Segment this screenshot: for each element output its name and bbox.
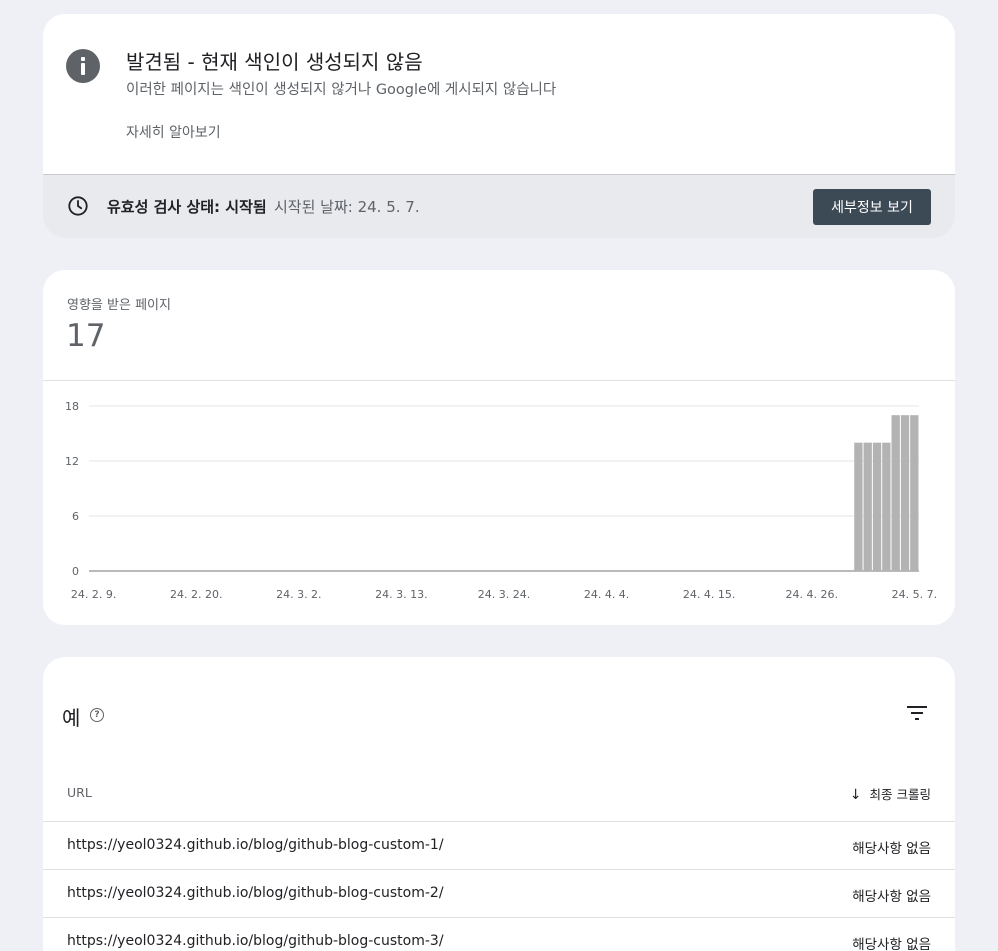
status-title: 발견됨 - 현재 색인이 생성되지 않음 [126,50,423,74]
table-row[interactable]: https://yeol0324.github.io/blog/github-b… [43,821,955,869]
row-last-crawled: 해당사항 없음 [852,889,931,905]
chart-bar[interactable] [891,415,900,571]
column-header-last-crawled-label: 최종 크롤링 [869,787,931,802]
column-header-url[interactable]: URL [67,785,92,800]
validation-bar: 유효성 검사 상태: 시작됨 시작된 날짜: 24. 5. 7. 세부정보 보기 [43,174,955,238]
chart-bar[interactable] [882,442,891,571]
row-url: https://yeol0324.github.io/blog/github-b… [67,837,444,853]
chart-bar[interactable] [900,415,910,571]
help-icon[interactable]: ? [90,708,104,722]
table-row[interactable]: https://yeol0324.github.io/blog/github-b… [43,917,955,951]
x-tick-label: 24. 2. 9. [71,588,116,601]
y-tick-label: 0 [72,565,79,578]
x-tick-label: 24. 4. 26. [786,588,838,601]
x-tick-label: 24. 4. 15. [683,588,735,601]
chart-bar[interactable] [863,442,872,571]
examples-card: 예 ? URL ↓ 최종 크롤링 https://yeol0324.github.… [43,657,955,951]
validation-date: 시작된 날짜: 24. 5. 7. [274,198,420,216]
row-url: https://yeol0324.github.io/blog/github-b… [67,933,444,949]
status-subtitle: 이러한 페이지는 색인이 생성되지 않거나 Google에 게시되지 않습니다 [126,82,557,98]
chart-bar[interactable] [872,442,882,571]
y-tick-label: 6 [72,510,79,523]
filter-icon[interactable] [905,704,929,722]
row-last-crawled: 해당사항 없음 [852,841,931,857]
y-tick-label: 12 [65,455,79,468]
y-tick-label: 18 [65,400,79,413]
details-button[interactable]: 세부정보 보기 [813,189,931,225]
x-tick-label: 24. 3. 13. [375,588,427,601]
chart-bar[interactable] [854,442,863,571]
affected-pages-chart: 18 12 6 0 24. 2. 9. 24. 2. 20. 24. 3. 2. 24. 3.… [65,400,937,601]
row-url: https://yeol0324.github.io/blog/github-b… [67,885,444,901]
x-tick-label: 24. 3. 2. [276,588,321,601]
learn-more-link[interactable]: 자세히 알아보기 [126,122,221,142]
table-row[interactable]: https://yeol0324.github.io/blog/github-b… [43,869,955,917]
chart-bar[interactable] [910,415,919,571]
x-tick-label: 24. 4. 4. [584,588,629,601]
status-card: 발견됨 - 현재 색인이 생성되지 않음 이러한 페이지는 색인이 생성되지 않… [43,14,955,238]
row-last-crawled: 해당사항 없음 [852,937,931,951]
sort-down-arrow-icon: ↓ [849,787,862,803]
chart-card: 영향을 받은 페이지 17 18 12 6 0 24. 2. 9. 24. 2. 20. 2… [43,270,955,625]
examples-title: 예 [62,706,81,730]
affected-pages-count: 17 [66,318,106,354]
info-icon [66,49,100,83]
column-header-last-crawled[interactable]: ↓ 최종 크롤링 [850,784,931,803]
clock-icon [68,196,88,216]
x-tick-label: 24. 3. 24. [478,588,530,601]
validation-status: 유효성 검사 상태: 시작됨 [107,198,267,216]
x-tick-label: 24. 5. 7. [892,588,937,601]
affected-pages-label: 영향을 받은 페이지 [67,298,171,313]
x-tick-label: 24. 2. 20. [170,588,222,601]
